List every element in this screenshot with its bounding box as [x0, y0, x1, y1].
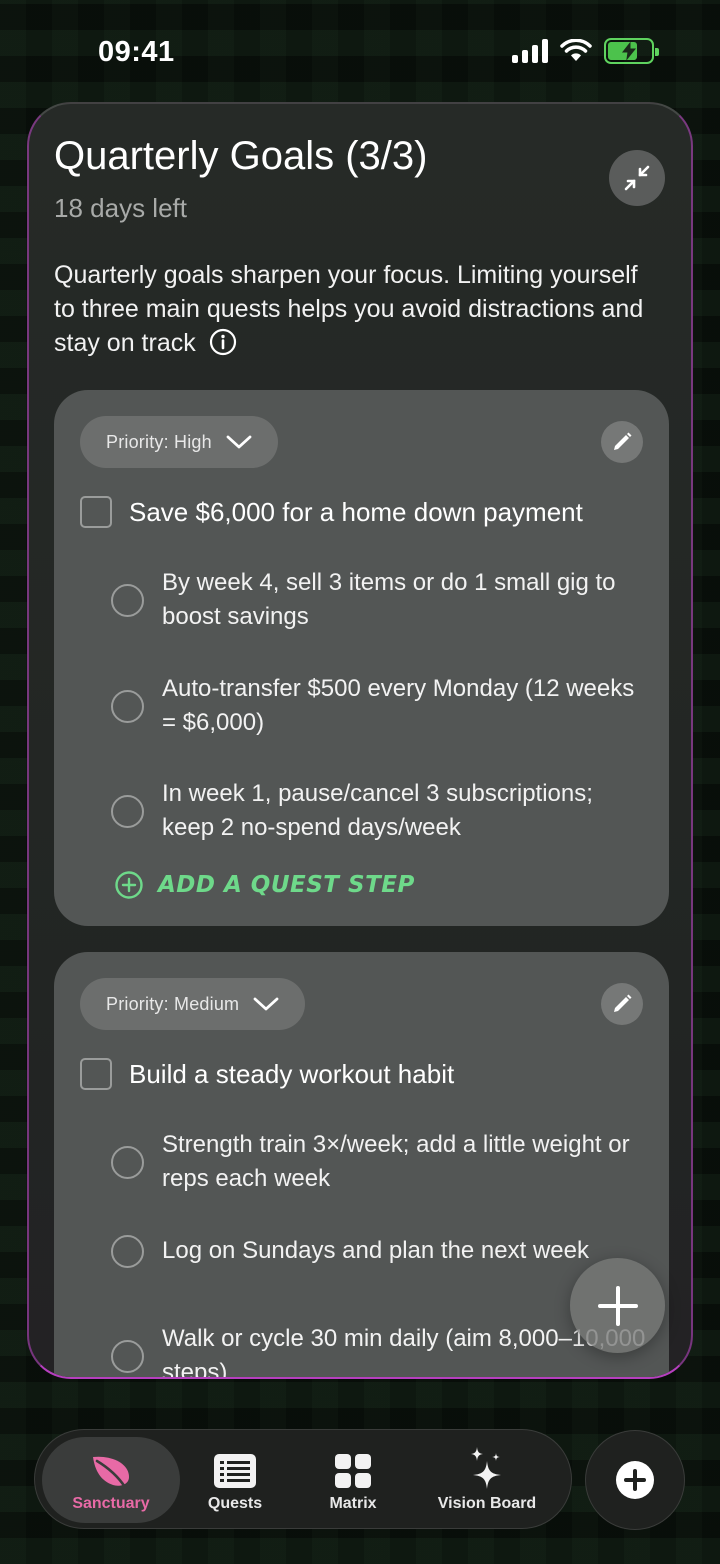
priority-label: Priority: High: [106, 431, 212, 452]
plus-circle-icon: [115, 871, 143, 899]
edit-goal-button[interactable]: [601, 983, 643, 1025]
intro-text: Quarterly goals sharpen your focus. Limi…: [54, 258, 654, 360]
tab-sanctuary[interactable]: Sanctuary: [42, 1437, 180, 1523]
tab-matrix[interactable]: Matrix: [313, 1437, 393, 1523]
step-radio[interactable]: [111, 794, 144, 828]
step-text: Strength train 3×/week; add a little wei…: [162, 1131, 630, 1192]
quarterly-goals-panel: Quarterly Goals (3/3) 18 days left Quart…: [27, 102, 693, 1379]
step-text: Log on Sundays and plan the next week: [162, 1237, 589, 1264]
add-goal-fab[interactable]: [570, 1258, 665, 1353]
chevron-down-icon: [253, 997, 279, 1011]
add-quest-step-button[interactable]: ADD A QUEST STEP: [114, 870, 415, 900]
goal-checkbox[interactable]: [80, 496, 112, 528]
quest-step: Log on Sundays and plan the next week: [111, 1234, 651, 1268]
page-title: Quarterly Goals (3/3): [54, 134, 428, 178]
collapse-arrows-icon: [624, 165, 650, 191]
step-radio[interactable]: [111, 583, 144, 617]
priority-label: Priority: Medium: [106, 993, 240, 1014]
priority-dropdown[interactable]: Priority: Medium: [80, 978, 306, 1030]
cellular-signal-icon: [512, 39, 548, 63]
list-icon: [214, 1454, 256, 1488]
create-button[interactable]: [585, 1430, 685, 1530]
step-radio[interactable]: [111, 1145, 144, 1179]
edit-goal-button[interactable]: [601, 421, 643, 463]
tab-quests[interactable]: Quests: [195, 1437, 275, 1523]
tab-label: Matrix: [329, 1495, 377, 1512]
status-bar: 09:41: [0, 0, 720, 100]
grid-icon: [335, 1454, 371, 1488]
step-radio[interactable]: [111, 1339, 144, 1373]
plus-icon: [597, 1285, 638, 1326]
add-quest-step-label: ADD A QUEST STEP: [158, 872, 415, 898]
step-text: Auto-transfer $500 every Monday (12 week…: [162, 675, 635, 736]
tab-vision-board[interactable]: Vision Board: [427, 1437, 547, 1523]
priority-dropdown[interactable]: Priority: High: [80, 416, 278, 468]
goal-card: Priority: High Save $6,000 for a home do…: [54, 390, 669, 926]
quest-step: Strength train 3×/week; add a little wei…: [111, 1128, 651, 1196]
status-time: 09:41: [98, 36, 175, 68]
plus-circle-icon: [616, 1461, 654, 1499]
goal-row: Save $6,000 for a home down payment: [80, 496, 583, 528]
tab-label: Vision Board: [437, 1495, 537, 1512]
goal-title: Build a steady workout habit: [129, 1058, 455, 1089]
intro-text-content: Quarterly goals sharpen your focus. Limi…: [54, 261, 644, 357]
status-icons: [512, 38, 659, 64]
goal-title: Save $6,000 for a home down payment: [129, 496, 583, 527]
quest-step: Auto-transfer $500 every Monday (12 week…: [111, 672, 651, 740]
quest-step: In week 1, pause/cancel 3 subscriptions;…: [111, 777, 651, 845]
days-left-label: 18 days left: [54, 193, 187, 223]
tab-label: Sanctuary: [72, 1495, 150, 1512]
goal-row: Build a steady workout habit: [80, 1058, 454, 1090]
sparkles-icon: [471, 1447, 501, 1489]
step-radio[interactable]: [111, 689, 144, 723]
step-radio[interactable]: [111, 1234, 144, 1268]
step-text: By week 4, sell 3 items or do 1 small gi…: [162, 569, 616, 630]
quest-step: Walk or cycle 30 min daily (aim 8,000–10…: [111, 1322, 651, 1377]
goal-checkbox[interactable]: [80, 1058, 112, 1090]
tab-bar: Sanctuary Quests Matrix Vision Board: [34, 1429, 572, 1529]
pencil-icon: [614, 432, 632, 450]
battery-charging-icon: [604, 38, 659, 64]
tab-label: Quests: [207, 1495, 263, 1512]
info-icon[interactable]: [209, 328, 237, 356]
collapse-button[interactable]: [609, 150, 665, 206]
step-text: In week 1, pause/cancel 3 subscriptions;…: [162, 780, 593, 841]
pencil-icon: [614, 994, 632, 1012]
quest-step: By week 4, sell 3 items or do 1 small gi…: [111, 566, 651, 634]
wifi-icon: [560, 39, 592, 61]
leaf-icon: [93, 1456, 129, 1489]
chevron-down-icon: [226, 435, 252, 449]
